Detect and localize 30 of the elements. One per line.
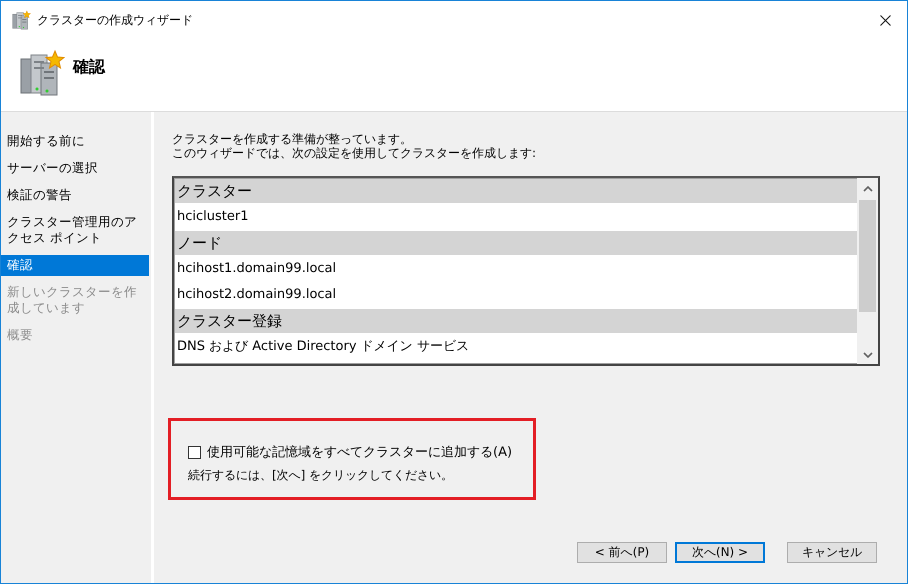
wizard-step: 開始する前に: [1, 131, 149, 152]
scroll-up-icon[interactable]: [862, 184, 872, 194]
wizard-button[interactable]: 次へ(N) >: [675, 542, 765, 563]
wizard-button[interactable]: キャンセル: [787, 542, 877, 563]
page-title: 確認: [73, 57, 105, 78]
section-heading: クラスター: [175, 179, 857, 203]
intro-text: このウィザードでは、次の設定を使用してクラスターを作成します:: [172, 146, 538, 160]
summary-item: DNS および Active Directory ドメイン サービス: [176, 338, 470, 356]
wizard-step: 確認: [1, 255, 149, 276]
server-icon: [11, 10, 31, 30]
section-heading: ノード: [175, 231, 857, 255]
scrollbar[interactable]: [857, 178, 878, 364]
scrollbar-thumb[interactable]: [859, 200, 876, 312]
instruction-text: 続行するには、[次へ] をクリックしてください。: [188, 467, 454, 484]
close-icon[interactable]: [880, 14, 891, 26]
summary-item: hcihost2.domain99.local: [176, 286, 338, 304]
wizard-step: クラスター管理用のアクセス ポイント: [1, 212, 149, 249]
wizard-step: 検証の警告: [1, 185, 149, 206]
wizard-step: 新しいクラスターを作成しています: [1, 282, 149, 319]
section-heading: クラスター登録: [175, 309, 857, 333]
summary-item: hcihost1.domain99.local: [176, 260, 338, 278]
wizard-step: 概要: [1, 325, 149, 346]
checkbox[interactable]: [188, 446, 201, 458]
wizard-button[interactable]: < 前へ(P): [577, 542, 667, 563]
summary-item: hcicluster1: [176, 208, 250, 226]
checkbox-label[interactable]: 使用可能な記憶域をすべてクラスターに追加する(A): [207, 443, 512, 461]
window-title: クラスターの作成ウィザード: [37, 12, 194, 28]
intro-text: クラスターを作成する準備が整っています。: [172, 132, 413, 146]
scroll-down-icon[interactable]: [862, 350, 872, 360]
wizard-step: サーバーの選択: [1, 158, 149, 179]
